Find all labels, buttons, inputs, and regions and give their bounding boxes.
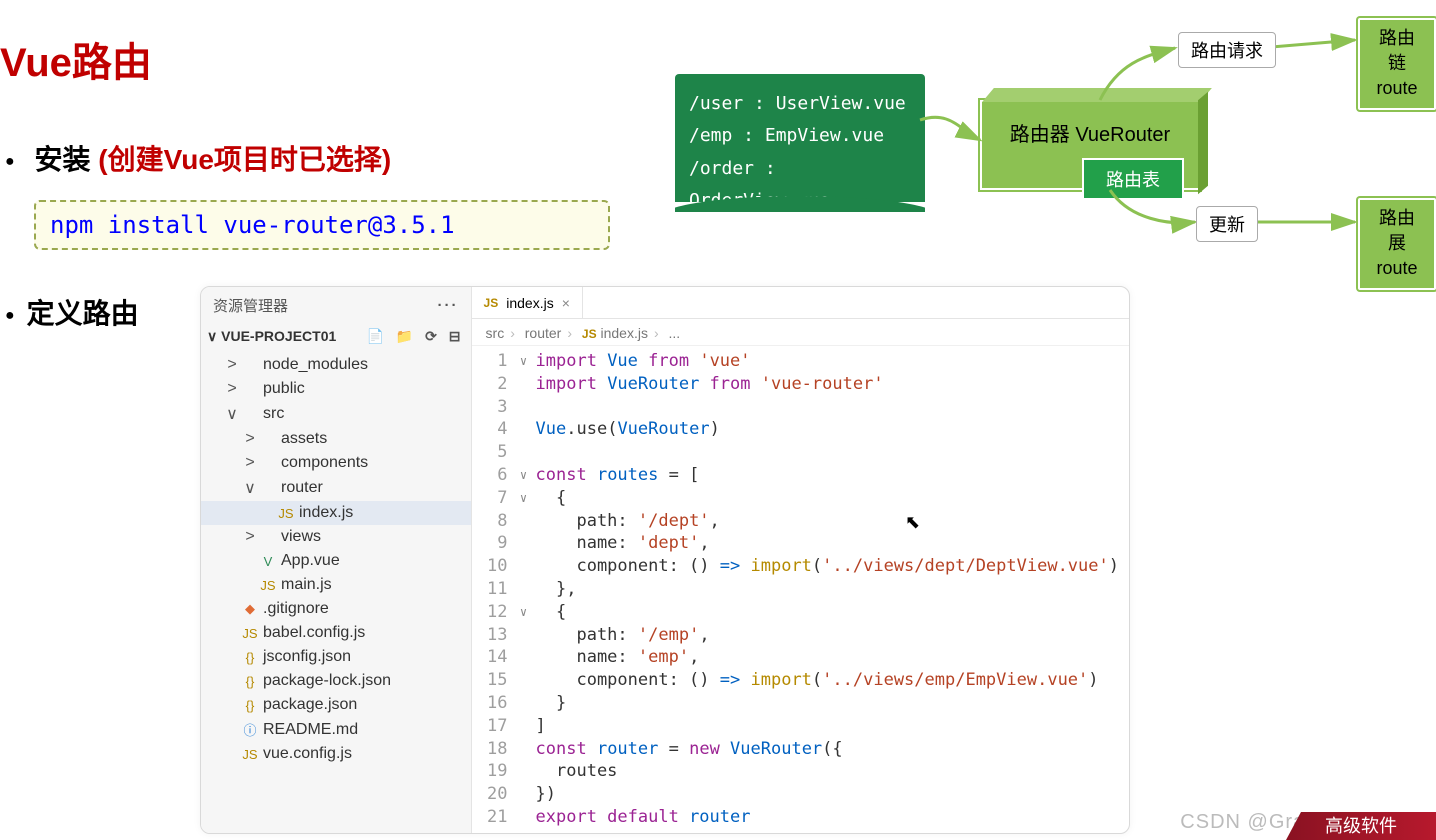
tree-item-label: assets — [281, 430, 327, 448]
tree-item-package-lock-json[interactable]: {} package-lock.json — [201, 669, 471, 693]
crumb-file[interactable]: index.js — [600, 325, 647, 341]
tree-item-label: babel.config.js — [263, 624, 365, 642]
tree-item-label: package-lock.json — [263, 672, 391, 690]
tree-item-babel-config-js[interactable]: JS babel.config.js — [201, 621, 471, 645]
tree-item-label: public — [263, 380, 305, 398]
page-title: Vue路由 — [0, 30, 152, 88]
close-icon[interactable]: × — [562, 295, 570, 311]
router-view-box: 路由展route — [1358, 198, 1436, 290]
request-label: 路由请求 — [1178, 32, 1276, 68]
tree-item--gitignore[interactable]: ◆.gitignore — [201, 597, 471, 621]
chevron-down-icon: ∨ — [207, 328, 217, 344]
project-row[interactable]: ∨ VUE-PROJECT01 📄 📁 ⟳ ⊟ — [201, 324, 471, 351]
file-icon: {} — [241, 650, 259, 665]
file-icon: {} — [241, 674, 259, 689]
bullet-define: 定义路由 — [5, 292, 139, 332]
file-icon: {} — [241, 698, 259, 713]
tree-item-label: README.md — [263, 721, 358, 739]
ide-panel: 资源管理器 ··· ∨ VUE-PROJECT01 📄 📁 ⟳ ⊟ > node_… — [200, 286, 1130, 834]
crumb-more[interactable]: ... — [669, 325, 681, 341]
file-icon: V — [259, 554, 277, 569]
tree-item-index-js[interactable]: JS index.js — [201, 501, 471, 525]
route-map-1: /user : UserView.vue — [689, 88, 911, 120]
tree-item-label: App.vue — [281, 552, 340, 570]
chevron-icon: > — [223, 356, 241, 374]
router-link-box: 路由链route — [1358, 18, 1436, 110]
new-folder-icon[interactable]: 📁 — [396, 328, 413, 344]
tree-item-jsconfig-json[interactable]: {} jsconfig.json — [201, 645, 471, 669]
tree-item-label: .gitignore — [263, 600, 329, 618]
tree-item-router[interactable]: ∨ router — [201, 475, 471, 501]
js-icon: JS — [582, 327, 597, 341]
chevron-icon: > — [241, 528, 259, 546]
tree-item-components[interactable]: > components — [201, 451, 471, 475]
chevron-icon: > — [241, 454, 259, 472]
chevron-icon: ∨ — [223, 404, 241, 424]
chevron-icon: > — [223, 380, 241, 398]
tree-item-label: src — [263, 405, 284, 423]
chevron-icon: ∨ — [241, 478, 259, 498]
tree-item-label: vue.config.js — [263, 745, 352, 763]
route-map-3: /order : OrderView.vue — [689, 153, 911, 218]
tree-item-views[interactable]: > views — [201, 525, 471, 549]
js-icon: JS — [484, 296, 499, 310]
tab-index-js[interactable]: JS index.js × — [472, 287, 583, 318]
tree-item-label: jsconfig.json — [263, 648, 351, 666]
file-icon: ◆ — [241, 601, 259, 617]
explorer-header: 资源管理器 ··· — [201, 287, 471, 324]
tree-item-package-json[interactable]: {} package.json — [201, 693, 471, 717]
project-name: VUE-PROJECT01 — [221, 328, 336, 344]
route-table-box: 路由表 — [1082, 158, 1184, 200]
editor-tabs: JS index.js × — [472, 287, 1129, 319]
breadcrumb: src› router› JS index.js› ... — [472, 319, 1129, 346]
collapse-icon[interactable]: ⊟ — [449, 328, 461, 344]
tree-item-assets[interactable]: > assets — [201, 427, 471, 451]
tree-item-label: package.json — [263, 696, 357, 714]
tree-item-App-vue[interactable]: V App.vue — [201, 549, 471, 573]
refresh-icon[interactable]: ⟳ — [425, 328, 437, 344]
tree-item-public[interactable]: > public — [201, 377, 471, 401]
crumb-router[interactable]: router — [525, 325, 562, 341]
tree-item-main-js[interactable]: JS main.js — [201, 573, 471, 597]
file-icon: JS — [277, 506, 295, 521]
file-icon: JS — [241, 626, 259, 641]
tree-item-vue-config-js[interactable]: JS vue.config.js — [201, 742, 471, 766]
tree-item-label: views — [281, 528, 321, 546]
bullet-install: 安装 (创建Vue项目时已选择) — [5, 138, 391, 178]
file-icon: ⓘ — [241, 720, 259, 739]
new-file-icon[interactable]: 📄 — [367, 328, 384, 344]
code-area[interactable]: 123456789101112131415161718192021 ∨∨∨∨ i… — [472, 346, 1129, 833]
tab-label: index.js — [506, 295, 553, 311]
vue-router-box: 路由器 VueRouter 路由表 — [980, 100, 1200, 190]
tree-item-src[interactable]: ∨ src — [201, 401, 471, 427]
chevron-icon: > — [241, 430, 259, 448]
install-command-box: npm install vue-router@3.5.1 — [34, 200, 610, 250]
crumb-src[interactable]: src — [486, 325, 505, 341]
tree-item-label: components — [281, 454, 368, 472]
file-tree: >node_modules>public∨src>assets>componen… — [201, 351, 471, 776]
route-map-2: /emp : EmpView.vue — [689, 120, 911, 152]
explorer-title: 资源管理器 — [213, 295, 288, 316]
tree-item-label: index.js — [299, 504, 353, 522]
update-label: 更新 — [1196, 206, 1258, 242]
router-title: 路由器 VueRouter — [1010, 118, 1170, 147]
tree-item-README-md[interactable]: ⓘREADME.md — [201, 717, 471, 742]
install-note: (创建Vue项目时已选择) — [98, 144, 391, 175]
explorer-menu-icon[interactable]: ··· — [438, 297, 459, 314]
tree-item-label: router — [281, 479, 323, 497]
tree-item-label: main.js — [281, 576, 332, 594]
explorer-toolbar: 📄 📁 ⟳ ⊟ — [359, 328, 461, 345]
routes-card: /user : UserView.vue /emp : EmpView.vue … — [675, 74, 925, 202]
explorer-panel: 资源管理器 ··· ∨ VUE-PROJECT01 📄 📁 ⟳ ⊟ > node_… — [201, 287, 472, 833]
file-icon: JS — [259, 578, 277, 593]
tree-item-node-modules[interactable]: > node_modules — [201, 353, 471, 377]
bullet-install-text: 安装 — [34, 144, 90, 175]
file-icon: JS — [241, 747, 259, 762]
footer-banner: 高级软件 — [1286, 812, 1436, 840]
editor-panel: JS index.js × src› router› JS index.js› … — [472, 287, 1129, 833]
tree-item-label: node_modules — [263, 356, 368, 374]
